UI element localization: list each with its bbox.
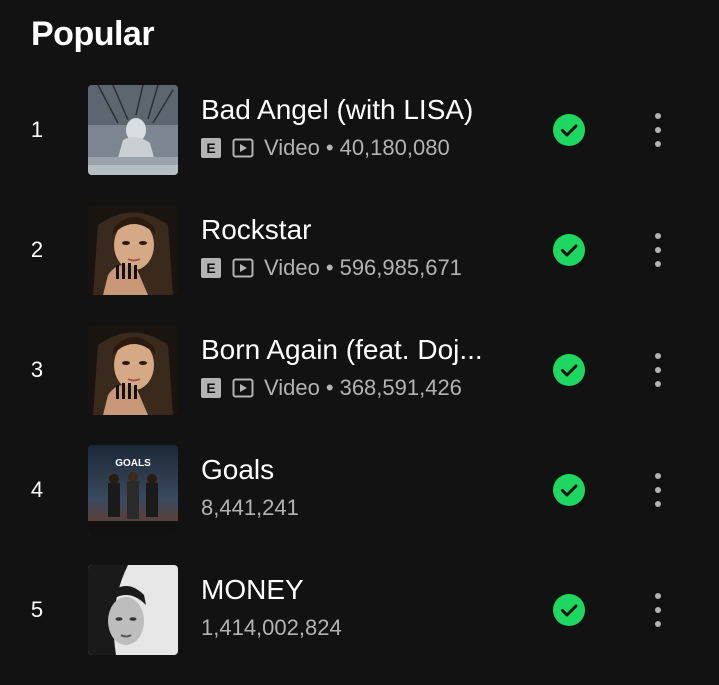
track-title[interactable]: Rockstar bbox=[201, 213, 501, 247]
check-circle-icon[interactable] bbox=[553, 474, 585, 506]
album-cover: GOALS bbox=[88, 445, 178, 535]
video-label: Video bbox=[264, 255, 320, 280]
play-count: 8,441,241 bbox=[201, 495, 299, 520]
video-play-icon bbox=[232, 378, 256, 398]
more-vertical-icon[interactable] bbox=[646, 591, 670, 629]
track-title[interactable]: Born Again (feat. Doj... bbox=[201, 333, 501, 367]
check-circle-icon[interactable] bbox=[553, 594, 585, 626]
meta-separator: • bbox=[325, 135, 334, 160]
explicit-badge: E bbox=[201, 378, 221, 398]
track-row-1[interactable]: 1 Bad Angel (with LISA) E Video • 40,180… bbox=[0, 85, 719, 205]
check-circle-icon[interactable] bbox=[553, 114, 585, 146]
track-row-5[interactable]: 5 MONEY 1,414,002,824 bbox=[0, 565, 719, 685]
video-label: Video bbox=[264, 135, 320, 160]
more-vertical-icon[interactable] bbox=[646, 111, 670, 149]
play-count: 40,180,080 bbox=[339, 135, 450, 160]
album-cover bbox=[88, 85, 178, 175]
explicit-badge: E bbox=[201, 258, 221, 278]
check-circle-icon[interactable] bbox=[553, 354, 585, 386]
track-title[interactable]: Goals bbox=[201, 453, 501, 487]
section-title: Popular bbox=[31, 15, 155, 53]
album-cover bbox=[88, 565, 178, 655]
track-title[interactable]: MONEY bbox=[201, 573, 501, 607]
track-rank: 4 bbox=[30, 477, 44, 502]
track-row-3[interactable]: 3 Born Again (feat. Doj... E Video • 368… bbox=[0, 325, 719, 445]
check-circle-icon[interactable] bbox=[553, 234, 585, 266]
track-rank: 2 bbox=[30, 237, 44, 262]
track-rank: 5 bbox=[30, 597, 44, 622]
track-rank: 1 bbox=[30, 117, 44, 142]
play-count: 1,414,002,824 bbox=[201, 615, 342, 640]
video-play-icon bbox=[232, 138, 256, 158]
cover-text: GOALS bbox=[115, 458, 151, 469]
album-cover bbox=[88, 325, 178, 415]
meta-separator: • bbox=[325, 375, 334, 400]
meta-separator: • bbox=[325, 255, 334, 280]
video-label: Video bbox=[264, 375, 320, 400]
track-title[interactable]: Bad Angel (with LISA) bbox=[201, 93, 501, 127]
more-vertical-icon[interactable] bbox=[646, 231, 670, 269]
track-row-2[interactable]: 2 Rockstar E Video • 596,985,671 bbox=[0, 205, 719, 325]
popular-track-list: 1 Bad Angel (with LISA) E Video • 40,180… bbox=[0, 85, 719, 685]
track-rank: 3 bbox=[30, 357, 44, 382]
album-cover bbox=[88, 205, 178, 295]
video-play-icon bbox=[232, 258, 256, 278]
more-vertical-icon[interactable] bbox=[646, 351, 670, 389]
play-count: 368,591,426 bbox=[339, 375, 462, 400]
play-count: 596,985,671 bbox=[339, 255, 462, 280]
track-row-4[interactable]: 4 GOALS Goals 8,441,241 bbox=[0, 445, 719, 565]
more-vertical-icon[interactable] bbox=[646, 471, 670, 509]
explicit-badge: E bbox=[201, 138, 221, 158]
